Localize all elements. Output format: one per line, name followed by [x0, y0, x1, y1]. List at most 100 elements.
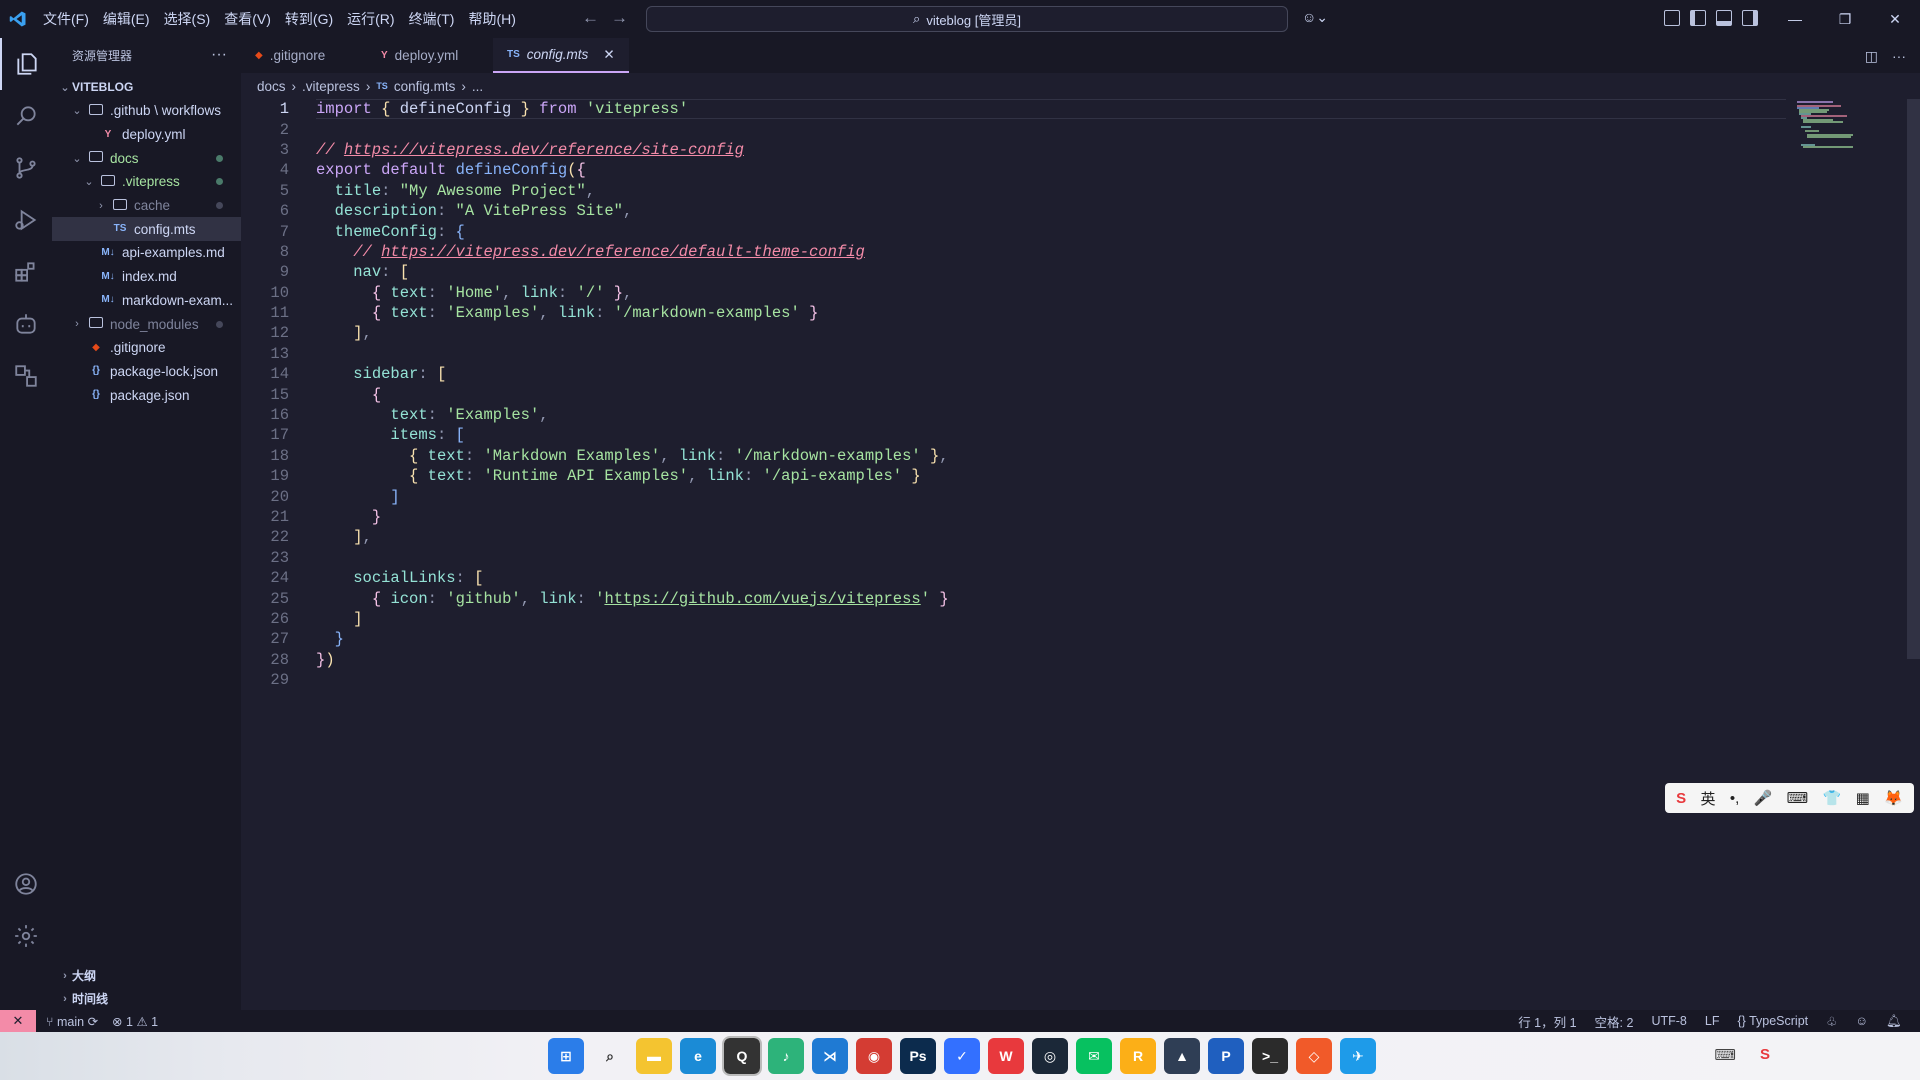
tree-item-git[interactable]: ◆ .gitignore [52, 336, 241, 360]
steam-icon[interactable]: ◎ [1032, 1038, 1068, 1074]
tree-item-yml[interactable]: Ydeploy.yml [52, 123, 241, 147]
code-content: themeConfig: { [289, 223, 465, 241]
extensions-icon[interactable] [0, 246, 52, 298]
cursor-position[interactable]: 行 1，列 1 [1518, 1012, 1576, 1031]
branch-indicator[interactable]: ⑂ main ⟳ [46, 1014, 98, 1029]
explorer-icon[interactable] [0, 38, 52, 90]
timeline-section[interactable]: › 时间线 [52, 987, 241, 1010]
terminal-icon[interactable]: >_ [1252, 1038, 1288, 1074]
copilot-chat-icon[interactable] [0, 298, 52, 350]
qq-icon[interactable]: Q [722, 1036, 762, 1076]
toggle-sidebar-icon[interactable] [1690, 10, 1706, 26]
manage-gear-icon[interactable] [0, 910, 52, 962]
command-center[interactable]: ⌕ viteblog [管理员] [646, 6, 1288, 32]
microphone-icon[interactable]: 🎤 [1754, 789, 1773, 807]
netease-music-icon[interactable]: ◉ [856, 1038, 892, 1074]
notifications-bell-icon[interactable]: 🔔︎ [1886, 1014, 1902, 1029]
mascot-icon[interactable]: 🦊 [1884, 789, 1903, 807]
copilot-icon[interactable]: ☺⌄ [1302, 9, 1328, 26]
remote-explorer-icon[interactable] [0, 350, 52, 402]
search-icon[interactable] [0, 90, 52, 142]
search-icon[interactable]: ⌕ [592, 1038, 628, 1074]
tree-item-md[interactable]: M↓ api-examples.md [52, 241, 241, 265]
ime-tray-icon[interactable]: ⌨ [1714, 1046, 1736, 1064]
git-app-icon[interactable]: ◇ [1296, 1038, 1332, 1074]
menu-item-2[interactable]: 选择(S) [157, 9, 218, 29]
tab-configmts[interactable]: TS config.mts ✕ [493, 38, 629, 73]
wps-icon[interactable]: W [988, 1038, 1024, 1074]
tree-item-ts[interactable]: TS config.mts [52, 217, 241, 242]
toggle-secondary-sidebar-icon[interactable] [1742, 10, 1758, 26]
breadcrumb-item[interactable]: ... [472, 79, 483, 94]
vertical-scrollbar[interactable] [1907, 99, 1920, 659]
minimap[interactable] [1793, 99, 1863, 159]
forward-arrow-icon[interactable]: → [611, 8, 628, 28]
minimize-icon[interactable]: — [1770, 0, 1820, 38]
more-actions-icon[interactable]: ··· [211, 46, 227, 64]
source-control-icon[interactable] [0, 142, 52, 194]
close-window-icon[interactable]: ✕ [1870, 0, 1920, 38]
end-of-line[interactable]: LF [1705, 1014, 1720, 1028]
tree-item-folder[interactable]: › node_modules [52, 312, 241, 336]
menu-item-0[interactable]: 文件(F) [36, 9, 96, 29]
tab-gitignore[interactable]: ◆ .gitignore [241, 38, 367, 73]
copilot-status-icon[interactable]: ☺ [1855, 1014, 1868, 1028]
breadcrumb-item[interactable]: .vitepress [302, 79, 360, 94]
tree-item-md[interactable]: M↓ index.md [52, 265, 241, 289]
file-explorer-icon[interactable]: ▬ [636, 1038, 672, 1074]
accounts-icon[interactable] [0, 858, 52, 910]
keyboard-icon[interactable]: ⌨ [1787, 789, 1809, 807]
music-icon[interactable]: ♪ [768, 1038, 804, 1074]
language-mode[interactable]: {} TypeScript [1737, 1014, 1808, 1028]
edge-icon[interactable]: e [680, 1038, 716, 1074]
tree-item-md[interactable]: M↓ markdown-exam... [52, 289, 241, 313]
cat-app-icon[interactable]: ▲ [1164, 1038, 1200, 1074]
remote-indicator-icon[interactable]: ✕ [0, 1010, 36, 1032]
more-actions-icon[interactable]: ··· [1892, 48, 1906, 65]
windows-start-icon[interactable]: ⊞ [548, 1038, 584, 1074]
tree-item-folder[interactable]: ⌄ .github \ workflows [52, 99, 241, 123]
menu-item-6[interactable]: 终端(T) [402, 9, 462, 29]
close-tab-icon[interactable]: ✕ [603, 47, 614, 63]
sogou-logo-icon[interactable]: S [1676, 790, 1686, 807]
menu-item-4[interactable]: 转到(G) [278, 9, 340, 29]
wechat-icon[interactable]: ✉ [1076, 1038, 1112, 1074]
code-editor[interactable]: 1 import { defineConfig } from 'vitepress… [241, 99, 1920, 1010]
tree-item-json[interactable]: {} package.json [52, 383, 241, 407]
photoshop-icon[interactable]: Ps [900, 1038, 936, 1074]
vscode-icon[interactable]: ⋊ [812, 1038, 848, 1074]
run-debug-icon[interactable] [0, 194, 52, 246]
toolbox-icon[interactable]: ▦ [1856, 789, 1870, 807]
menu-item-7[interactable]: 帮助(H) [461, 9, 522, 29]
customize-layout-icon[interactable] [1664, 10, 1680, 26]
tree-item-folder[interactable]: ⌄ .vitepress [52, 170, 241, 194]
feishu-icon[interactable]: ✓ [944, 1038, 980, 1074]
menu-item-5[interactable]: 运行(R) [340, 9, 401, 29]
split-editor-icon[interactable]: ◫ [1865, 48, 1878, 65]
toggle-panel-icon[interactable] [1716, 10, 1732, 26]
tree-item-folder[interactable]: ⌄ docs [52, 146, 241, 170]
outline-section[interactable]: › 大纲 [52, 964, 241, 987]
punctuation-icon[interactable]: •, [1730, 790, 1739, 807]
language-toggle[interactable]: 英 [1701, 788, 1716, 809]
encoding[interactable]: UTF-8 [1651, 1014, 1686, 1028]
breadcrumb-item[interactable]: docs [257, 79, 286, 94]
p-app-icon[interactable]: P [1208, 1038, 1244, 1074]
back-arrow-icon[interactable]: ← [582, 8, 599, 28]
restore-icon[interactable]: ❐ [1820, 0, 1870, 38]
rockstar-icon[interactable]: R [1120, 1038, 1156, 1074]
sogou-tray-icon[interactable]: S [1760, 1046, 1770, 1064]
tree-item-folder[interactable]: › cache [52, 194, 241, 218]
menu-item-3[interactable]: 查看(V) [217, 9, 278, 29]
skin-icon[interactable]: 👕 [1823, 789, 1842, 807]
tab-deployyml[interactable]: Ydeploy.yml [367, 38, 493, 73]
live-share-icon[interactable]: ♧ [1826, 1014, 1837, 1029]
indentation[interactable]: 空格: 2 [1595, 1012, 1634, 1031]
send-app-icon[interactable]: ✈ [1340, 1038, 1376, 1074]
workspace-root[interactable]: ⌄ VITEBLOG [52, 75, 241, 99]
problems-indicator[interactable]: ⊗ 1 ⚠ 1 [112, 1014, 158, 1029]
menu-item-1[interactable]: 编辑(E) [96, 9, 157, 29]
breadcrumb-item[interactable]: config.mts [394, 79, 456, 94]
code-token: https://vitepress.dev/reference/site-con… [343, 140, 744, 159]
tree-item-json[interactable]: {} package-lock.json [52, 360, 241, 384]
